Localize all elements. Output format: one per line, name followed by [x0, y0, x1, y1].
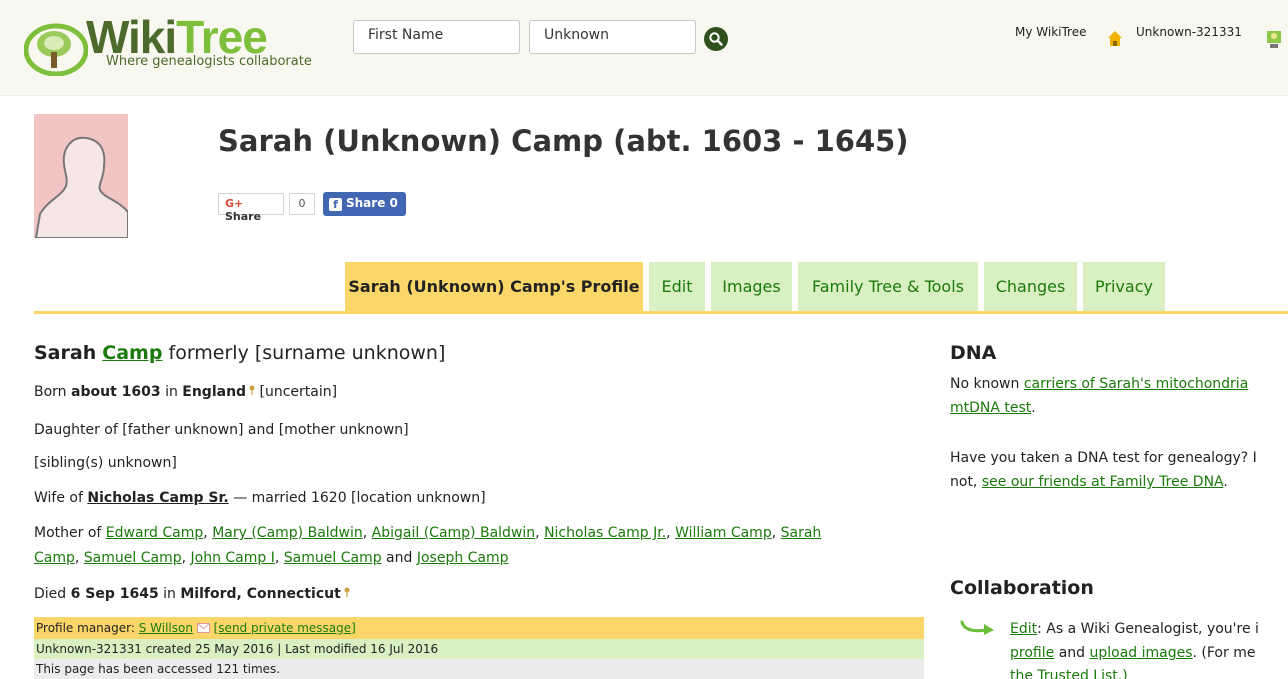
children-line-1: Mother of Edward Camp, Mary (Camp) Baldw… [34, 525, 822, 541]
facebook-share-button[interactable]: f Share 0 [323, 192, 406, 216]
wikitree-logo[interactable]: WikiTree Where genealogists collaborate [24, 12, 334, 76]
child-link[interactable]: Sarah [781, 525, 822, 541]
dna-line-1: No known carriers of Sarah's mitochondri… [950, 376, 1249, 392]
child-link[interactable]: Samuel Camp [284, 550, 382, 566]
dna-heading: DNA [950, 342, 997, 364]
siblings-line: [sibling(s) unknown] [34, 455, 177, 471]
birth-line: Born about 1603 in England [uncertain] [34, 384, 338, 400]
collab-line-3: the Trusted List.) [1010, 668, 1128, 679]
birth-uncertain: [uncertain] [259, 384, 338, 400]
google-plus-share-button[interactable]: G+ Share [218, 193, 284, 223]
user-menu[interactable]: Unknown-321331 [1136, 25, 1242, 39]
tab-changes[interactable]: Changes [984, 262, 1077, 311]
edit-link[interactable]: Edit [1010, 621, 1037, 637]
upload-images-link[interactable]: upload images [1089, 645, 1192, 661]
home-icon[interactable] [1107, 30, 1123, 48]
family-tree-dna-link[interactable]: see our friends at Family Tree DNA [982, 474, 1224, 490]
birth-date: about 1603 [71, 384, 161, 400]
child-link[interactable]: Abigail (Camp) Baldwin [372, 525, 535, 541]
collab-line-2: profile and upload images. (For me [1010, 645, 1256, 661]
tab-privacy[interactable]: Privacy [1083, 262, 1165, 311]
first-name-search-input[interactable]: First Name [353, 20, 520, 54]
facebook-share-label: Share 0 [346, 196, 398, 210]
mitochondria-carriers-link[interactable]: carriers of Sarah's mitochondria [1024, 376, 1248, 392]
death-place: Milford, Connecticut [180, 586, 341, 602]
created-info: Unknown-321331 created 25 May 2016 | Las… [34, 639, 924, 659]
search-button[interactable] [704, 27, 728, 51]
dna-line-2: mtDNA test. [950, 400, 1036, 416]
my-wikitree-menu[interactable]: My WikiTree [1015, 25, 1087, 39]
google-plus-icon: G+ [225, 197, 244, 210]
first-name: Sarah [34, 342, 97, 364]
surname-link[interactable]: Camp [102, 342, 162, 364]
silhouette-icon [34, 136, 128, 238]
child-link[interactable]: Samuel Camp [84, 550, 182, 566]
birth-place: England [182, 384, 247, 400]
location-pin-icon[interactable] [344, 587, 350, 597]
location-pin-icon[interactable] [249, 385, 255, 395]
wikitree-logo-icon [24, 23, 88, 76]
child-link[interactable]: William Camp [675, 525, 772, 541]
tab-underline [34, 311, 1288, 314]
site-header: WikiTree Where genealogists collaborate … [0, 0, 1288, 96]
dna-question-line-1: Have you taken a DNA test for genealogy?… [950, 450, 1257, 466]
profile-avatar [34, 114, 128, 238]
spouse-link[interactable]: Nicholas Camp Sr. [87, 490, 228, 506]
tab-edit[interactable]: Edit [649, 262, 705, 311]
envelope-icon[interactable] [196, 623, 210, 633]
parents-line: Daughter of [father unknown] and [mother… [34, 422, 409, 438]
collab-line-1: Edit: As a Wiki Genealogist, you're i [1010, 621, 1259, 637]
tab-images[interactable]: Images [711, 262, 792, 311]
user-icon[interactable] [1266, 30, 1282, 48]
profile-link[interactable]: profile [1010, 645, 1054, 661]
last-name-search-input[interactable]: Unknown [529, 20, 696, 54]
google-plus-share-label: Share [225, 210, 262, 223]
profile-manager-box: Profile manager: S Willson [send private… [34, 617, 924, 639]
child-link[interactable]: John Camp I [191, 550, 275, 566]
death-date: 6 Sep 1645 [70, 586, 159, 602]
collaboration-heading: Collaboration [950, 577, 1094, 599]
trusted-list-link[interactable]: the Trusted List.) [1010, 668, 1128, 679]
child-link[interactable]: Camp [34, 550, 75, 566]
child-link[interactable]: Joseph Camp [417, 550, 509, 566]
send-private-message-link[interactable]: [send private message] [214, 621, 356, 635]
profile-title: Sarah (Unknown) Camp (abt. 1603 - 1645) [218, 124, 909, 158]
google-plus-share-count: 0 [289, 193, 315, 215]
curved-arrow-icon [960, 620, 994, 635]
mtdna-test-link[interactable]: mtDNA test [950, 400, 1031, 416]
manager-link[interactable]: S Willson [139, 621, 193, 635]
child-link[interactable]: Mary (Camp) Baldwin [212, 525, 363, 541]
child-link[interactable]: Nicholas Camp Jr. [544, 525, 666, 541]
facebook-icon: f [329, 198, 342, 211]
tab-family-tree-tools[interactable]: Family Tree & Tools [798, 262, 978, 311]
spouse-line: Wife of Nicholas Camp Sr. — married 1620… [34, 490, 486, 506]
logo-tagline: Where genealogists collaborate [106, 54, 312, 69]
death-line: Died 6 Sep 1645 in Milford, Connecticut [34, 586, 350, 602]
search-icon [709, 32, 723, 46]
child-link[interactable]: Edward Camp [106, 525, 204, 541]
profile-name-heading: Sarah Camp formerly [surname unknown] [34, 342, 445, 364]
children-line-2: Camp, Samuel Camp, John Camp I, Samuel C… [34, 550, 509, 566]
dna-question-line-2: not, see our friends at Family Tree DNA. [950, 474, 1228, 490]
formerly-text: formerly [surname unknown] [168, 342, 446, 364]
tab-profile[interactable]: Sarah (Unknown) Camp's Profile [345, 262, 643, 314]
access-count: This page has been accessed 121 times. [34, 659, 924, 679]
